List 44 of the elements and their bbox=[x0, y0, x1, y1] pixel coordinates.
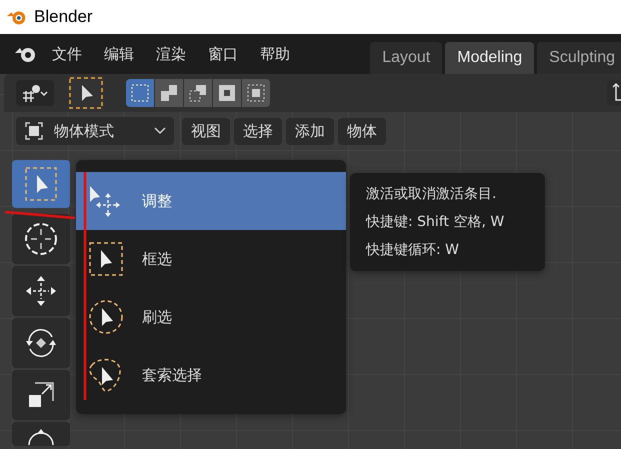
tool-button[interactable] bbox=[12, 370, 70, 420]
tool-menu-item[interactable]: 框选 bbox=[76, 230, 346, 288]
view-object-types-button[interactable] bbox=[16, 80, 54, 106]
mode-dropdown[interactable]: 物体模式 bbox=[16, 117, 174, 145]
selection-mode-button[interactable] bbox=[242, 79, 270, 107]
selection-mode-button[interactable] bbox=[184, 79, 212, 107]
chevron-down-icon bbox=[154, 127, 166, 135]
select-tool-button[interactable] bbox=[68, 76, 104, 110]
selection-mode-button[interactable] bbox=[126, 79, 154, 107]
menu-item[interactable]: 窗口 bbox=[208, 44, 238, 64]
menu-item[interactable]: 帮助 bbox=[260, 44, 290, 64]
menu-item[interactable]: 渲染 bbox=[156, 44, 186, 64]
selection-mode-icon bbox=[217, 83, 237, 103]
workspace-tab[interactable]: Layout bbox=[370, 42, 442, 74]
workspace-tab[interactable]: Modeling bbox=[445, 42, 534, 74]
tooltip-text: 激活或取消激活条目. bbox=[366, 185, 498, 203]
box-select-icon bbox=[68, 76, 104, 110]
tool-menu-item[interactable]: 套索选择 bbox=[76, 346, 346, 404]
tool-menu-item[interactable]: 刷选 bbox=[76, 288, 346, 346]
selection-mode-icon bbox=[188, 83, 208, 103]
window-title: Blender bbox=[34, 7, 93, 27]
annotation-line bbox=[4, 211, 76, 219]
tool-button[interactable] bbox=[12, 318, 70, 368]
tool-button[interactable] bbox=[12, 214, 70, 264]
menu-item[interactable]: 编辑 bbox=[104, 44, 134, 64]
tool-button[interactable] bbox=[12, 266, 70, 316]
workspace-tab[interactable]: Sculpting bbox=[537, 42, 621, 74]
header-menu-button[interactable]: 选择 bbox=[234, 118, 282, 144]
tool-button[interactable] bbox=[12, 422, 70, 446]
tool-menu-item[interactable]: 调整 bbox=[76, 172, 346, 230]
header-menu-button[interactable]: 物体 bbox=[338, 118, 386, 144]
header-menu-button[interactable]: 视图 bbox=[182, 118, 230, 144]
tooltip-text: 快捷键: Shift 空格, W bbox=[366, 213, 506, 231]
selection-mode-icon bbox=[159, 83, 179, 103]
menu-item[interactable]: 文件 bbox=[52, 44, 82, 64]
header-menu-button[interactable]: 添加 bbox=[286, 118, 334, 144]
object-types-icon bbox=[20, 83, 50, 103]
transform-icon bbox=[28, 428, 54, 446]
selection-mode-button[interactable] bbox=[213, 79, 241, 107]
selection-mode-button[interactable] bbox=[155, 79, 183, 107]
tooltip-text: 快捷键循环: W bbox=[366, 241, 460, 259]
selection-mode-icon bbox=[246, 83, 266, 103]
object-mode-icon bbox=[24, 121, 44, 141]
selection-mode-icon bbox=[130, 83, 150, 103]
